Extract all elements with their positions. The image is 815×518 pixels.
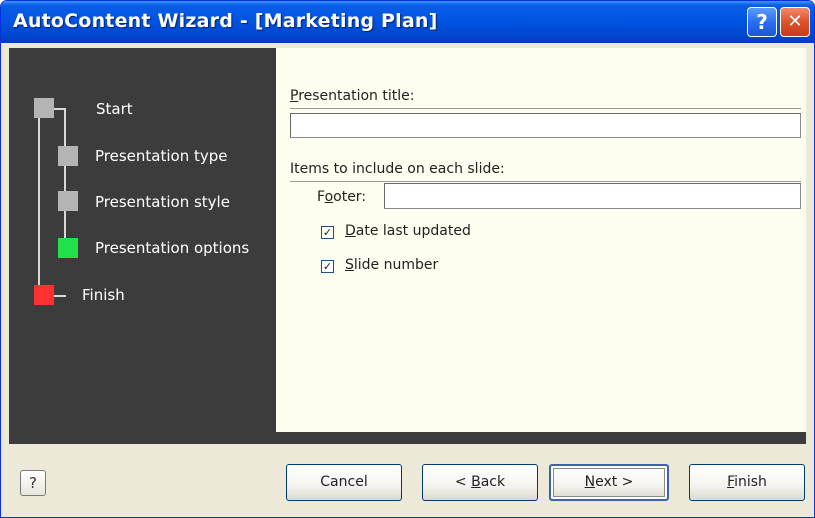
items-separator [290, 181, 801, 182]
step-label-start: Start [96, 100, 133, 118]
presentation-title-input[interactable] [290, 113, 801, 138]
presentation-title-separator [290, 108, 801, 109]
accel-key: D [345, 223, 356, 239]
help-button[interactable]: ? [747, 7, 777, 37]
button-label: ack [480, 474, 506, 490]
label-text: resentation title: [298, 88, 415, 104]
next-button[interactable]: Next > [549, 464, 669, 501]
slide-number-label[interactable]: Slide number [345, 257, 438, 273]
label-text: lide number [353, 257, 439, 273]
step-label-presentation-options: Presentation options [95, 239, 250, 257]
button-label: inish [734, 474, 767, 490]
accel-key: o [324, 189, 334, 205]
accel-key: B [471, 474, 481, 490]
wizard-steps-panel: Start Presentation type Presentation sty… [9, 48, 276, 432]
date-last-updated-checkbox[interactable]: ✓ [321, 226, 334, 239]
label-text: oter: [333, 189, 367, 205]
button-label: Cancel [320, 474, 368, 490]
footer-input[interactable] [384, 183, 801, 209]
step-marker-presentation-style [58, 191, 78, 211]
panel-bottom-strip [9, 432, 806, 444]
label-text: F [317, 189, 325, 205]
step-label-finish: Finish [82, 286, 125, 304]
accel-key: P [290, 88, 299, 104]
step-marker-presentation-type [58, 146, 78, 166]
step-label-presentation-type: Presentation type [95, 147, 228, 165]
steps-rail-outer [38, 108, 40, 296]
presentation-title-label: Presentation title: [290, 88, 414, 104]
step-marker-presentation-options [58, 238, 78, 258]
step-label-presentation-style: Presentation style [95, 193, 230, 211]
help-icon: ? [29, 474, 37, 492]
finish-button[interactable]: Finish [689, 464, 805, 501]
autocontent-wizard-window: AutoContent Wizard - [Marketing Plan] ? … [0, 0, 815, 518]
accel-key: S [345, 257, 354, 273]
check-icon: ✓ [322, 260, 333, 273]
slide-number-checkbox[interactable]: ✓ [321, 260, 334, 273]
window-title: AutoContent Wizard - [Marketing Plan] [13, 10, 438, 32]
accel-key: N [584, 474, 596, 490]
step-marker-finish [34, 285, 54, 305]
check-icon: ✓ [322, 226, 333, 239]
step-marker-start [34, 98, 54, 118]
cancel-button[interactable]: Cancel [286, 464, 402, 501]
close-icon: ✕ [787, 11, 803, 32]
button-label: < [454, 474, 472, 490]
wizard-content-panel: Presentation title: Items to include on … [276, 48, 806, 432]
footer-label: Footer: [317, 189, 366, 205]
date-last-updated-label[interactable]: Date last updated [345, 223, 471, 239]
items-to-include-label: Items to include on each slide: [290, 161, 505, 177]
close-button[interactable]: ✕ [780, 7, 810, 37]
steps-rail-inner [64, 108, 66, 248]
help-button-footer[interactable]: ? [20, 470, 46, 496]
label-text: ate last updated [355, 223, 471, 239]
help-icon: ? [756, 10, 768, 34]
button-label: ext > [595, 474, 634, 490]
title-bar[interactable]: AutoContent Wizard - [Marketing Plan] ? … [1, 1, 814, 43]
back-button[interactable]: < Back [422, 464, 538, 501]
